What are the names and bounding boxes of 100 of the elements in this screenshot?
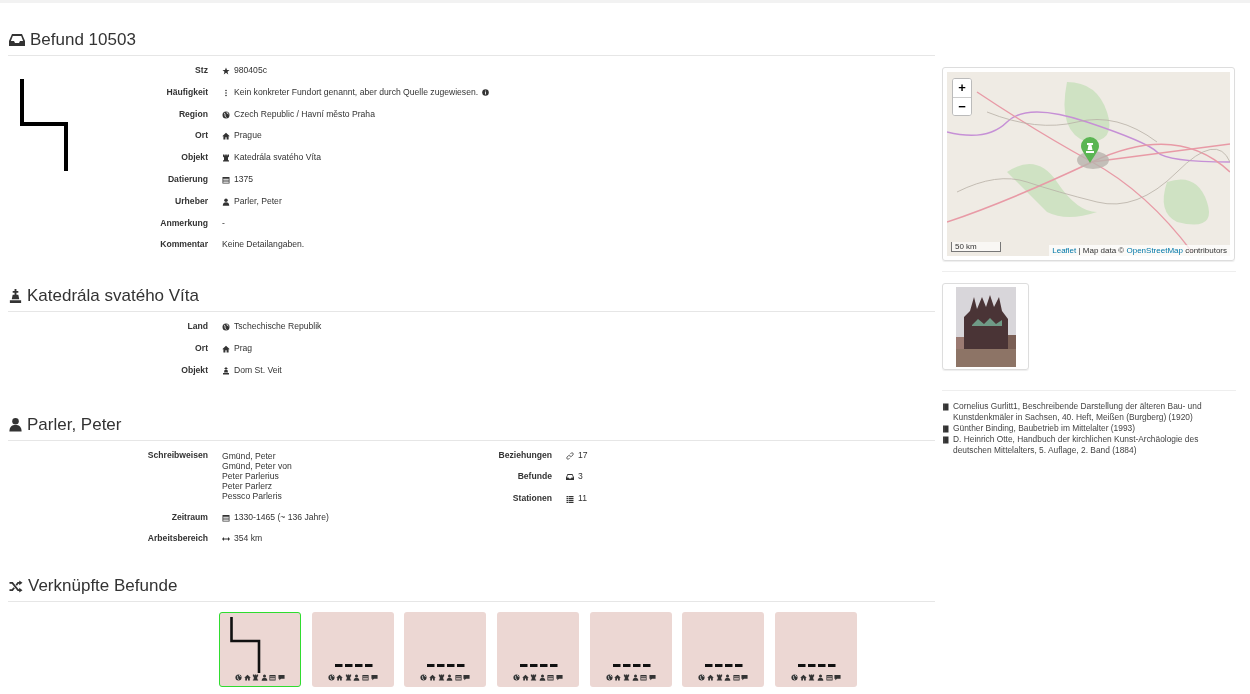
star-icon (222, 67, 230, 75)
field-label: Ort (194, 129, 208, 143)
section-title: Parler, Peter (27, 414, 122, 435)
field-value: Parler, Peter (234, 194, 282, 208)
comment-icon (648, 674, 656, 682)
house-icon (429, 674, 436, 682)
field-value: Keine Detailangaben. (222, 238, 305, 252)
field-label: Stationen (511, 492, 552, 506)
field-label: Datierung (166, 173, 208, 186)
zoom-out-button[interactable]: − (953, 97, 971, 115)
globe-icon (513, 674, 521, 682)
field-value: Tschechische Republik (234, 320, 322, 334)
reference-text: Günther Binding, Baubetrieb im Mittelalter (1993) (953, 423, 1136, 434)
field-label: Urheber (174, 194, 208, 208)
globe-icon (698, 674, 706, 682)
vertical-dots-icon (222, 88, 230, 97)
field-value: 1330-1465 (~ 136 Jahre) (234, 510, 329, 524)
field-value: Kein konkreter Fundort genannt, aber durch Quelle zugewiesen. (234, 85, 479, 99)
field-label: Land (186, 320, 208, 334)
reference-text: D. Heinrich Otte, Handbuch der kirchlichen Kunst-Archäologie des deutschen Mittelalters, 5. Auflage, 2. Band (1884) (953, 434, 1200, 456)
globe-icon (235, 674, 242, 682)
section-title: Verknüpfte Befunde (28, 576, 178, 597)
attribution-link[interactable]: Leaflet (1052, 246, 1077, 255)
comment-icon (834, 674, 842, 682)
double-arrow-icon (222, 535, 230, 544)
tower-icon (222, 154, 230, 163)
person-icon (260, 674, 268, 682)
comment-icon (556, 674, 564, 682)
comment-icon (741, 674, 749, 682)
field-label: Objekt (180, 151, 208, 165)
finding-card[interactable] (311, 612, 394, 688)
field-label: Schreibweisen (146, 448, 208, 462)
chess-piece-icon (222, 366, 230, 375)
dashes-drawing (798, 664, 837, 668)
field-value: 3 (578, 470, 583, 484)
dashes-drawing (705, 664, 744, 668)
book-icon (942, 402, 950, 411)
finding-card[interactable] (589, 612, 672, 688)
scale-bar: 50 km (951, 242, 1001, 252)
person-icon (353, 674, 361, 682)
field-value: Katedrála svatého Víta (234, 151, 321, 165)
field-value: Pessco Parleris (222, 490, 283, 501)
field-value: 17 (578, 448, 588, 462)
person-icon (446, 674, 454, 682)
link-icon (566, 451, 574, 460)
dashes-drawing (334, 664, 373, 668)
calendar-icon (362, 674, 370, 682)
dashes-drawing (427, 664, 466, 668)
section-title: Katedrála svatého Víta (27, 286, 199, 307)
field-label: Arbeitsbereich (146, 532, 208, 546)
inbox-icon (8, 32, 26, 48)
house-icon (222, 132, 230, 141)
glyph-drawing (230, 617, 262, 674)
field-label: Kommentar (159, 238, 208, 252)
chess-piece-icon (8, 288, 23, 304)
field-value: Prag (234, 341, 253, 355)
map-marker-icon[interactable] (1080, 136, 1100, 164)
finding-card[interactable] (682, 612, 765, 688)
globe-icon (605, 674, 613, 682)
field-value: 1375 (234, 173, 254, 186)
field-value: Dom St. Veit (234, 363, 282, 377)
field-label: Region (177, 107, 208, 121)
calendar-icon (222, 176, 230, 184)
globe-icon (222, 323, 230, 332)
field-label: Beziehungen (497, 448, 552, 462)
field-value: Prague (234, 129, 262, 143)
map-attribution: Leaflet | Map data © OpenStreetMap contributors (1049, 245, 1230, 256)
calendar-icon (222, 513, 230, 522)
person-icon (8, 417, 23, 433)
comment-icon (370, 674, 378, 682)
field-value: Czech Republic / Havní město Praha (234, 107, 375, 121)
attribution-link[interactable]: OpenStreetMap (1126, 246, 1183, 255)
field-label: Häufigkeit (165, 85, 208, 99)
book-icon (942, 424, 950, 433)
finding-card[interactable] (404, 612, 487, 688)
section-title: Befund 10503 (30, 30, 136, 50)
tower-icon (622, 674, 630, 682)
calendar-icon (640, 674, 648, 682)
field-value: 354 km (234, 532, 263, 546)
person-icon (816, 674, 824, 682)
finding-card[interactable] (219, 612, 301, 688)
finding-card[interactable] (775, 612, 858, 688)
finding-card[interactable] (497, 612, 580, 688)
field-label: Stz (194, 64, 208, 77)
shuffle-icon (8, 579, 24, 593)
globe-icon (222, 110, 230, 119)
field-value: Peter Parlerius (222, 470, 280, 481)
field-label: Anmerkung (159, 216, 208, 230)
house-icon (614, 674, 622, 682)
comment-icon (463, 674, 471, 682)
person-icon (631, 674, 639, 682)
field-label: Zeitraum (170, 510, 208, 524)
field-value: - (222, 216, 225, 230)
field-value: Gmünd, Peter von (222, 460, 292, 471)
person-icon (538, 674, 546, 682)
house-icon (222, 344, 230, 353)
house-icon (243, 674, 251, 682)
globe-icon (420, 674, 428, 682)
field-value: Peter Parlerz (222, 480, 274, 491)
list-icon (566, 495, 574, 504)
